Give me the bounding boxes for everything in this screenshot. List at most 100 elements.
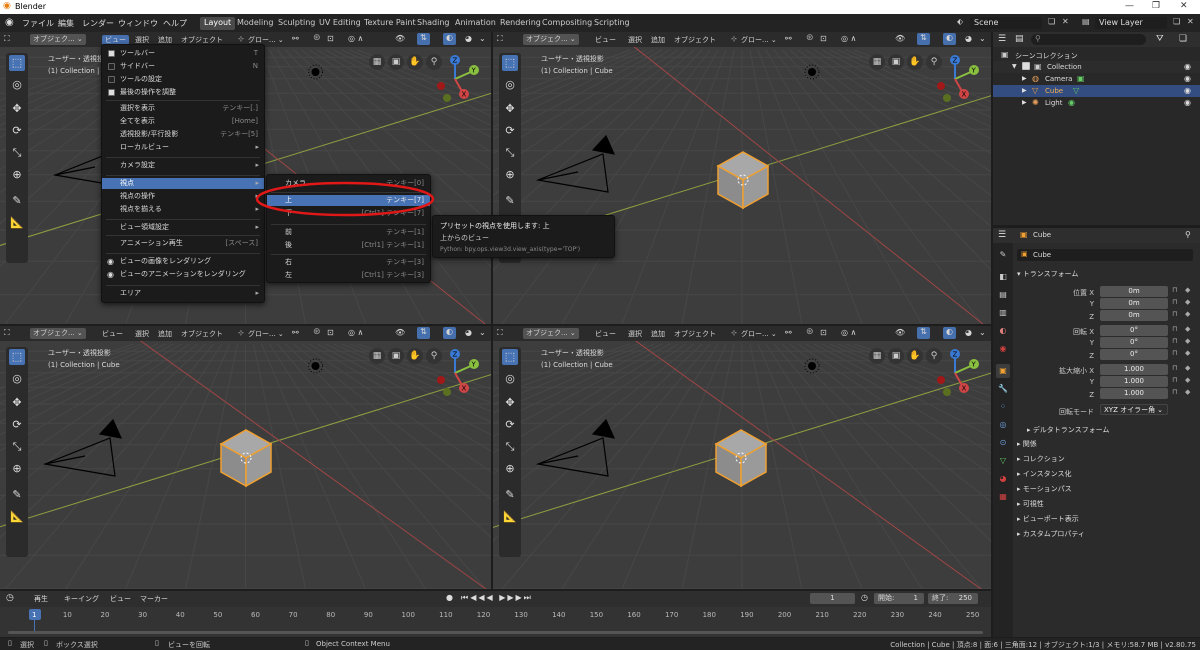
tab-layout[interactable]: Layout [200, 17, 236, 30]
hand-pan-icon[interactable]: ✋ [407, 348, 423, 364]
move-tool-icon[interactable]: ✥ [502, 101, 518, 117]
tab-modeling[interactable]: Modeling [233, 17, 277, 30]
gizmo-toggle-icon[interactable]: ⇅ [417, 327, 430, 339]
viewport-menu-view[interactable]: ビュー [102, 329, 123, 339]
menu-help[interactable]: ヘルプ [163, 18, 187, 29]
camera-view-icon[interactable]: ▣ [888, 54, 904, 70]
view-menu-item-3[interactable]: 最後の操作を調整 [102, 87, 264, 98]
camera-object[interactable] [535, 134, 616, 193]
lock-icon[interactable]: ⊓ [1172, 310, 1177, 318]
select-box-tool-icon[interactable]: ⬚ [9, 349, 25, 365]
viewport-4[interactable]: ⛶ オブジェク... ⌄ ビュー 選択 追加 オブジェクト ⊹ グロー... ⌄… [493, 326, 991, 589]
scale-tool-icon[interactable]: ⤡ [502, 439, 518, 455]
transform-tool-icon[interactable]: ⊕ [502, 461, 518, 477]
playback-controls[interactable]: ⏮◀◀◀ ▶▶▶⏭ [461, 593, 533, 603]
rotation-mode-select[interactable]: XYZ オイラー角 ⌄ [1100, 404, 1168, 415]
object-tab-icon[interactable]: ▣ [996, 364, 1010, 378]
rotation-z-field[interactable]: 0° [1100, 349, 1168, 360]
tab-animation[interactable]: Animation [451, 17, 500, 30]
proportional-icon[interactable]: ◎ ∧ [841, 328, 856, 337]
grid-view-icon[interactable]: ▦ [869, 54, 885, 70]
overlay-toggle-icon[interactable]: ◐ [443, 33, 456, 45]
camera-view-icon[interactable]: ▣ [388, 54, 404, 70]
new-scene-icon[interactable]: ❏ [1048, 17, 1055, 26]
zoom-icon[interactable]: ⚲ [426, 348, 442, 364]
delete-view-layer-icon[interactable]: ✕ [1187, 17, 1194, 26]
eye-icon[interactable]: ◉ [1184, 62, 1191, 71]
move-tool-icon[interactable]: ✥ [9, 395, 25, 411]
rotate-tool-icon[interactable]: ⟳ [9, 123, 25, 139]
checkbox-icon[interactable] [108, 76, 115, 83]
cube-object[interactable] [714, 429, 768, 488]
shading-options-icon[interactable]: ⌄ [979, 34, 986, 43]
property-section[interactable]: ▸ カスタムプロパティ [1017, 529, 1085, 539]
viewport-menu-add[interactable]: 追加 [651, 329, 665, 339]
scene-field[interactable]: Scene [970, 17, 1042, 29]
clock-icon[interactable]: ◷ [6, 593, 14, 603]
editor-type-icon[interactable]: ☰ [998, 230, 1006, 240]
gizmo-toggle-icon[interactable]: ⇅ [917, 33, 930, 45]
overlay-toggle-icon[interactable]: ◐ [943, 33, 956, 45]
pivot-icon[interactable]: ⚯ [785, 34, 792, 43]
snap-target-icon[interactable]: ⊡ [327, 34, 334, 43]
light-data-icon[interactable]: ◉ [1068, 98, 1075, 107]
property-section[interactable]: ▸ 関係 [1017, 439, 1037, 449]
select-box-tool-icon[interactable]: ⬚ [9, 55, 25, 71]
delta-transform-section[interactable]: ▸ デルタトランスフォーム [1027, 425, 1109, 435]
viewport-menu-select[interactable]: 選択 [628, 35, 642, 45]
keyframe-icon[interactable]: ◆ [1185, 388, 1190, 396]
visibility-icon[interactable]: 👁 [895, 328, 905, 337]
viewport-2[interactable]: ⛶ オブジェク... ⌄ ビュー 選択 追加 オブジェクト ⊹ グロー... ⌄… [493, 32, 991, 324]
pin-icon[interactable]: ⚲ [1185, 230, 1191, 239]
delete-scene-icon[interactable]: ✕ [1062, 17, 1069, 26]
view-layer-tab-icon[interactable]: ▥ [996, 306, 1010, 320]
snap-icon[interactable]: ⊛ [806, 33, 814, 43]
filter-icon[interactable]: ⛛ [1156, 34, 1164, 44]
start-frame-field[interactable]: 開始: 1 [874, 593, 924, 604]
tab-uv-editing[interactable]: UV Editing [315, 17, 365, 30]
checkbox-icon[interactable] [108, 89, 115, 96]
snap-target-icon[interactable]: ⊡ [820, 328, 827, 337]
lock-icon[interactable]: ⊓ [1172, 286, 1177, 294]
end-frame-field[interactable]: 終了: 250 [928, 593, 978, 604]
hand-pan-icon[interactable]: ✋ [407, 54, 423, 70]
viewport-menu-add[interactable]: 追加 [651, 35, 665, 45]
hand-pan-icon[interactable]: ✋ [907, 54, 923, 70]
gizmo-toggle-icon[interactable]: ⇅ [417, 33, 430, 45]
viewport-3[interactable]: ⛶ オブジェク... ⌄ ビュー 選択 追加 オブジェクト ⊹ グロー... ⌄… [0, 326, 491, 589]
location-z-field[interactable]: 0m [1100, 310, 1168, 321]
editor-type-icon[interactable]: ⛶ [497, 328, 503, 338]
constraints-tab-icon[interactable]: ⊙ [996, 436, 1010, 450]
lock-icon[interactable]: ⊓ [1172, 349, 1177, 357]
camera-view-icon[interactable]: ▣ [888, 348, 904, 364]
outliner-row-cube[interactable]: ▶ ▽ Cube ▽ ◉ [993, 85, 1200, 97]
material-tab-icon[interactable]: ◕ [996, 472, 1010, 486]
pivot-icon[interactable]: ⚯ [292, 328, 299, 337]
move-tool-icon[interactable]: ✥ [9, 101, 25, 117]
texture-tab-icon[interactable]: ▦ [996, 490, 1010, 504]
tab-compositing[interactable]: Compositing [538, 17, 596, 30]
checkbox-icon[interactable] [108, 63, 115, 70]
outliner-row-scene-collection[interactable]: ▣ シーンコレクション [993, 49, 1200, 61]
data-tab-icon[interactable]: ▽ [996, 454, 1010, 468]
outliner-search-input[interactable]: ⚲ [1031, 34, 1146, 45]
expand-icon[interactable]: ▶ [1022, 99, 1027, 106]
timeline-menu-view[interactable]: ビュー [110, 594, 131, 604]
proportional-icon[interactable]: ◎ ∧ [841, 34, 856, 43]
property-section[interactable]: ▸ ビューポート表示 [1017, 514, 1079, 524]
eye-icon[interactable]: ◉ [1184, 86, 1191, 95]
tab-scripting[interactable]: Scripting [590, 17, 634, 30]
close-icon[interactable]: ✕ [1180, 1, 1188, 11]
rotation-x-field[interactable]: 0° [1100, 325, 1168, 336]
view-menu-item-2[interactable]: ツールの設定 [102, 74, 264, 85]
timeline-menu-playback[interactable]: 再生 [34, 594, 48, 604]
move-tool-icon[interactable]: ✥ [502, 395, 518, 411]
menu-edit[interactable]: 編集 [58, 18, 74, 29]
view-menu-item-15[interactable]: ◉ ビューのアニメーションをレンダリング [102, 269, 264, 280]
record-icon[interactable]: ● [446, 593, 453, 602]
timeline-scrollbar[interactable] [8, 631, 983, 634]
grid-view-icon[interactable]: ▦ [369, 348, 385, 364]
rotate-tool-icon[interactable]: ⟳ [9, 417, 25, 433]
orientation-icon[interactable]: ⊹ [731, 35, 737, 43]
rotation-y-field[interactable]: 0° [1100, 337, 1168, 348]
